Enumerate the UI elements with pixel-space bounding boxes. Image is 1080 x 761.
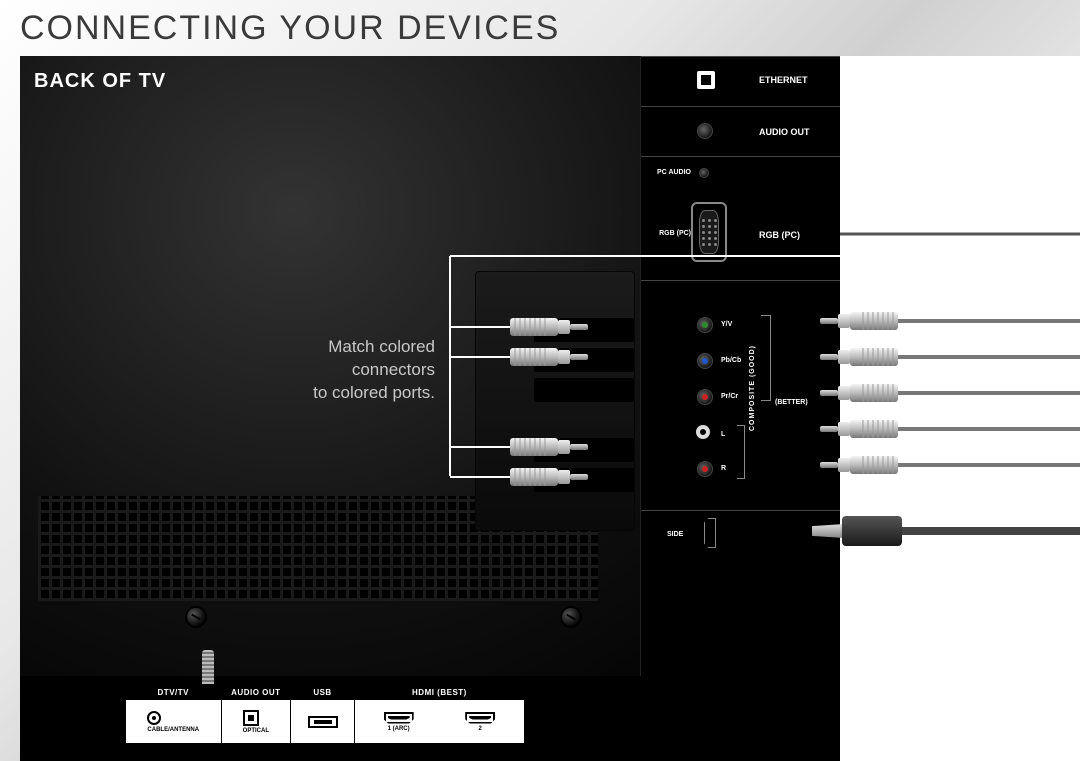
screw-icon	[560, 606, 582, 628]
dtv-tv-header: DTV/TV	[126, 685, 221, 700]
yv-jack	[697, 317, 713, 333]
hdmi-cell: HDMI (BEST) 1 (ARC) 2	[355, 685, 524, 743]
r-jack	[697, 461, 713, 477]
rgb-pc-right-label: RGB (PC)	[759, 230, 800, 240]
rgb-pc-row: RGB (PC) RGB (PC)	[641, 190, 841, 280]
rca-plug	[510, 466, 588, 488]
audio-out-label: AUDIO OUT	[759, 127, 810, 137]
panel-subtitle: BACK OF TV	[34, 70, 166, 93]
composite-good-label: COMPOSITE (GOOD)	[749, 341, 756, 431]
rca-plug	[820, 454, 898, 476]
pbcb-jack	[697, 353, 713, 369]
rca-plug	[820, 346, 898, 368]
instruction-text: Match colored connectors to colored port…	[245, 336, 435, 405]
tv-back-panel: BACK OF TV Match colored connectors to c…	[20, 56, 1080, 761]
yv-label: Y/V	[721, 321, 732, 328]
instruction-line: to colored ports.	[245, 382, 435, 405]
audio-out-header: AUDIO OUT	[222, 685, 291, 700]
coax-connector-icon	[202, 650, 214, 684]
dtv-tv-cell: DTV/TV CABLE/ANTENNA	[126, 685, 222, 743]
optical-port-icon	[243, 710, 259, 726]
usb-port-icon	[308, 716, 338, 728]
r-label: R	[721, 465, 726, 472]
page-header: CONNECTING YOUR DEVICES	[0, 0, 1080, 56]
hdmi-side-label: SIDE	[667, 531, 683, 538]
side-port-strip: ETHERNET AUDIO OUT PC AUDIO RGB (PC) RGB…	[640, 56, 840, 676]
rgb-pc-left-label: RGB (PC)	[649, 230, 691, 237]
ethernet-label: ETHERNET	[759, 75, 808, 85]
l-label: L	[721, 431, 725, 438]
pc-audio-jack	[699, 168, 709, 178]
optical-label: OPTICAL	[243, 728, 269, 734]
ethernet-icon	[697, 71, 715, 89]
pc-audio-label: PC AUDIO	[649, 169, 691, 176]
audio-out-cell: AUDIO OUT OPTICAL	[222, 685, 292, 743]
bottom-port-bar: DTV/TV CABLE/ANTENNA AUDIO OUT OPTICAL U…	[125, 684, 525, 744]
vga-port	[691, 202, 727, 262]
page-title: CONNECTING YOUR DEVICES	[20, 9, 560, 48]
composite-panel-left	[475, 271, 635, 531]
hdmi-best-header: HDMI (BEST)	[355, 685, 524, 700]
ethernet-row: ETHERNET	[641, 56, 841, 106]
pbcb-label: Pb/Cb	[721, 357, 741, 364]
l-jack	[696, 425, 710, 439]
instruction-line: connectors	[245, 359, 435, 382]
hdmi-port-icon	[465, 712, 495, 724]
hdmi-side-port	[704, 518, 716, 548]
hdmi-port-icon	[384, 712, 414, 724]
better-label: (BETTER)	[775, 399, 808, 406]
audio-out-jack	[697, 123, 713, 139]
rca-plug	[510, 346, 588, 368]
rca-plug	[820, 310, 898, 332]
bracket-icon	[737, 425, 745, 479]
hdmi-plug	[812, 516, 902, 546]
prcr-jack	[697, 389, 713, 405]
screw-icon	[185, 606, 207, 628]
bracket-icon	[761, 315, 771, 401]
rca-slot	[534, 378, 634, 402]
audio-out-row: AUDIO OUT	[641, 106, 841, 156]
rca-plug	[820, 382, 898, 404]
external-cable-area	[840, 56, 1080, 761]
prcr-label: Pr/Cr	[721, 393, 738, 400]
cable-antenna-label: CABLE/ANTENNA	[147, 727, 199, 733]
coax-port-icon	[147, 711, 161, 725]
usb-cell: USB	[291, 685, 355, 743]
rca-plug	[510, 316, 588, 338]
instruction-line: Match colored	[245, 336, 435, 359]
usb-header: USB	[291, 685, 354, 700]
rca-plug	[510, 436, 588, 458]
hdmi-1-label: 1 (ARC)	[384, 726, 414, 732]
rca-plug	[820, 418, 898, 440]
component-row: Y/V Pb/Cb Pr/Cr L R COMPOSITE (GOOD) (BE…	[641, 280, 841, 510]
hdmi-side-row: SIDE	[641, 510, 841, 560]
pc-audio-row: PC AUDIO	[641, 156, 841, 190]
hdmi-2-label: 2	[465, 726, 495, 732]
